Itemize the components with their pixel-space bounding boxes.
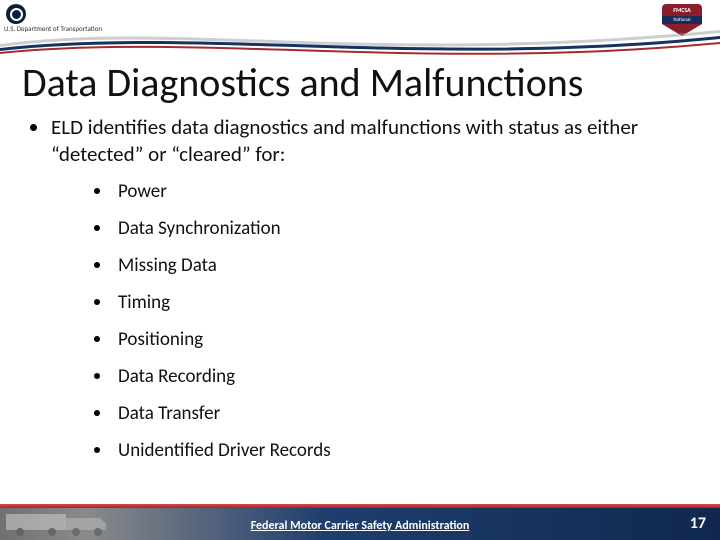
list-item: Unidentified Driver Records [94, 439, 690, 462]
footer: Federal Motor Carrier Safety Administrat… [0, 504, 720, 540]
list-item-label: Positioning [118, 328, 203, 351]
list-item: Positioning [94, 328, 690, 351]
fmcsa-badge-point [662, 24, 702, 36]
bullet-icon [94, 447, 100, 453]
list-item-label: Data Transfer [118, 402, 220, 425]
list-item: Data Recording [94, 365, 690, 388]
sub-bullet-list: Power Data Synchronization Missing Data … [94, 180, 690, 462]
content-area: ELD identifies data diagnostics and malf… [30, 114, 690, 476]
list-item: Data Transfer [94, 402, 690, 425]
bullet-icon [94, 336, 100, 342]
page-number: 17 [690, 514, 706, 533]
list-item-label: Missing Data [118, 254, 217, 277]
footer-org: Federal Motor Carrier Safety Administrat… [0, 519, 720, 533]
bullet-icon [94, 225, 100, 231]
fmcsa-badge-mid: National [662, 16, 702, 24]
slide: U.S. Department of Transportation FMCSA … [0, 0, 720, 540]
list-item: Timing [94, 291, 690, 314]
bullet-icon [94, 188, 100, 194]
fmcsa-badge-icon: FMCSA National [662, 4, 702, 40]
bullet-icon [94, 373, 100, 379]
list-item: Missing Data [94, 254, 690, 277]
list-item: Data Synchronization [94, 217, 690, 240]
list-item-label: Timing [118, 291, 170, 314]
bullet-icon [94, 299, 100, 305]
lead-text: ELD identifies data diagnostics and malf… [51, 114, 690, 168]
bullet-icon [94, 262, 100, 268]
dot-logo-text: U.S. Department of Transportation [4, 24, 102, 33]
list-item-label: Power [118, 180, 167, 203]
dot-logo-icon [6, 4, 26, 24]
list-item-label: Data Recording [118, 365, 235, 388]
fmcsa-badge-top: FMCSA [662, 4, 702, 16]
list-item-label: Unidentified Driver Records [118, 439, 331, 462]
slide-title: Data Diagnostics and Malfunctions [22, 58, 698, 107]
bullet-icon [94, 410, 100, 416]
bullet-icon [30, 124, 37, 131]
lead-bullet: ELD identifies data diagnostics and malf… [30, 114, 690, 168]
header: U.S. Department of Transportation FMCSA … [0, 0, 720, 44]
list-item-label: Data Synchronization [118, 217, 281, 240]
list-item: Power [94, 180, 690, 203]
